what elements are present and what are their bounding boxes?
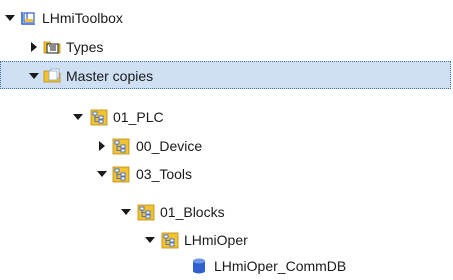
tree-item-label: LHmiOper_CommDB — [214, 258, 347, 274]
tree-item-label: LHmiToolbox — [42, 10, 123, 26]
tree-item-master-copies[interactable]: Master copies — [0, 61, 451, 89]
tree-item-label: 03_Tools — [136, 166, 193, 182]
tree-item-label: Types — [66, 39, 104, 55]
expand-down-icon[interactable] — [121, 207, 131, 217]
expand-down-icon[interactable] — [73, 112, 83, 122]
database-icon — [190, 257, 208, 275]
expand-right-icon[interactable] — [97, 141, 107, 151]
plc-folder-icon — [137, 203, 155, 221]
expand-down-icon[interactable] — [29, 71, 39, 81]
tree-item-03-tools[interactable]: 03_Tools — [0, 160, 451, 188]
tree-item-01-plc[interactable]: 01_PLC — [0, 103, 451, 131]
types-folder-icon — [43, 38, 61, 56]
tree-item-label: 01_PLC — [113, 109, 164, 125]
plc-folder-icon — [90, 108, 108, 126]
library-icon — [20, 9, 38, 27]
tree-item-lhmioper-commdb[interactable]: LHmiOper_CommDB — [0, 252, 451, 280]
plc-folder-icon — [112, 137, 130, 155]
plc-folder-icon — [161, 231, 179, 249]
master-copies-folder-icon — [43, 67, 61, 85]
tree-item-00-device[interactable]: 00_Device — [0, 132, 451, 160]
tree-item-lhmioper[interactable]: LHmiOper — [0, 226, 451, 254]
expand-down-icon[interactable] — [97, 169, 107, 179]
expand-down-icon[interactable] — [145, 235, 155, 245]
expand-right-icon[interactable] — [29, 42, 39, 52]
project-tree: LHmiToolbox Types Master copies 01_PLC 0… — [0, 0, 453, 280]
tree-item-label: 01_Blocks — [160, 204, 225, 220]
tree-item-label: Master copies — [66, 68, 154, 84]
tree-item-01-blocks[interactable]: 01_Blocks — [0, 198, 451, 226]
tree-item-lhmitoolbox[interactable]: LHmiToolbox — [0, 4, 451, 32]
tree-item-types[interactable]: Types — [0, 33, 451, 61]
tree-item-label: LHmiOper — [184, 232, 248, 248]
tree-item-label: 00_Device — [136, 138, 203, 154]
plc-folder-icon — [112, 165, 130, 183]
expand-down-icon[interactable] — [5, 13, 15, 23]
